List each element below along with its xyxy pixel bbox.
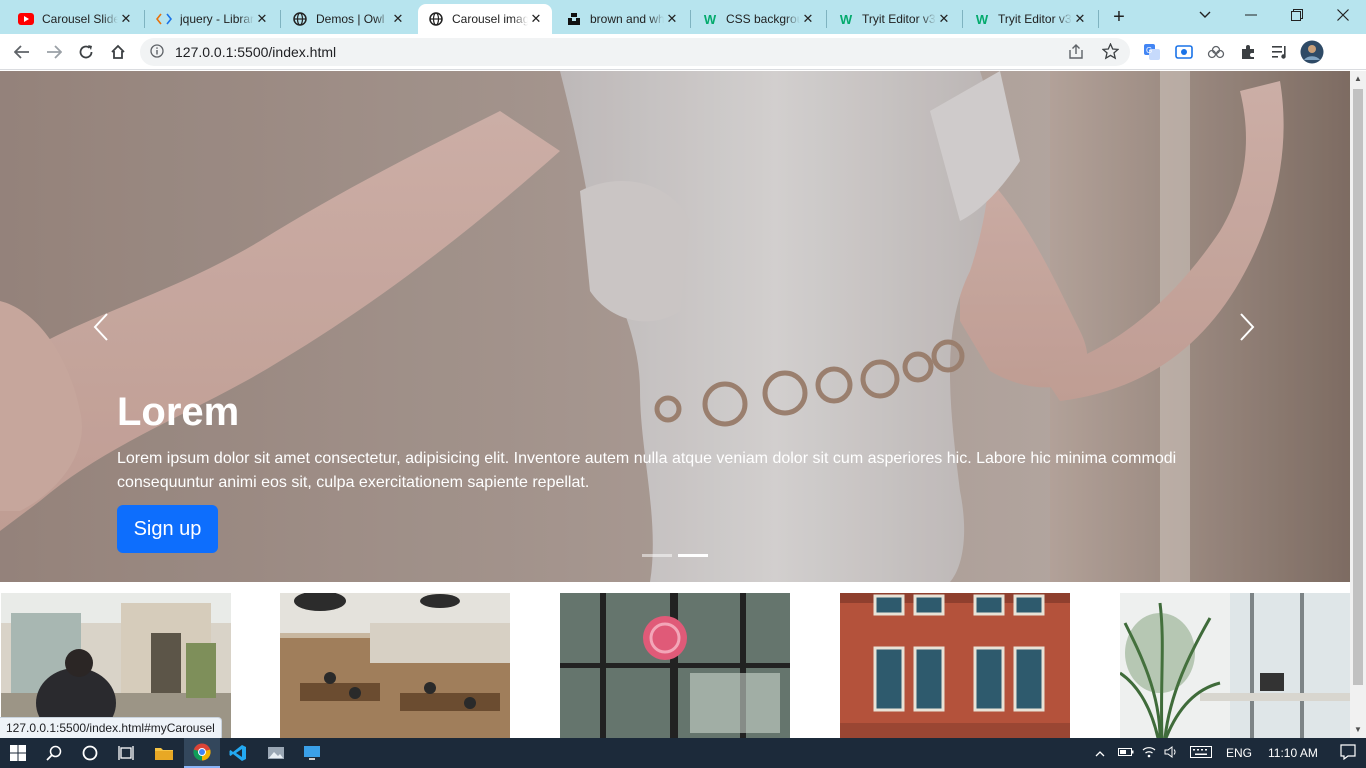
globe-icon	[292, 11, 308, 27]
extensions-puzzle-icon[interactable]	[1234, 38, 1262, 66]
translate-extension-icon[interactable]: G	[1138, 38, 1166, 66]
office-plants-photo[interactable]	[1120, 593, 1350, 738]
bookmark-star-icon[interactable]	[1101, 42, 1120, 65]
site-info-icon[interactable]	[150, 44, 164, 63]
close-tab-icon[interactable]: ✕	[118, 11, 134, 27]
tab-tryit-editor-1[interactable]: W Tryit Editor v3 ✕	[828, 4, 960, 34]
page-scrollbar[interactable]: ▲ ▼	[1350, 71, 1366, 738]
link-status-bubble: 127.0.0.1:5500/index.html#myCarousel	[0, 717, 222, 738]
tab-title: Carousel Slider	[42, 12, 118, 26]
cortana-icon[interactable]	[72, 738, 108, 768]
tray-chevron-up-icon[interactable]	[1092, 746, 1108, 760]
reload-icon[interactable]	[72, 38, 100, 66]
close-tab-icon[interactable]: ✕	[800, 11, 816, 27]
url-text: 127.0.0.1:5500/index.html	[175, 44, 337, 60]
task-view-icon[interactable]	[108, 738, 144, 768]
carousel-heading: Lorem	[117, 390, 240, 434]
search-icon[interactable]	[36, 738, 72, 768]
scroll-down-icon[interactable]: ▼	[1350, 722, 1366, 738]
keyboard-icon[interactable]	[1186, 745, 1216, 761]
file-explorer-icon[interactable]	[146, 738, 182, 768]
screen-capture-extension-icon[interactable]	[1170, 38, 1198, 66]
tab-jquery-library[interactable]: jquery - Library ✕	[146, 4, 278, 34]
tab-carousel-slider[interactable]: Carousel Slider ✕	[8, 4, 142, 34]
tab-strip: Carousel Slider ✕ jquery - Library ✕ Dem…	[0, 0, 1366, 34]
close-tab-icon[interactable]: ✕	[254, 11, 270, 27]
tab-brown-and-white[interactable]: brown and white ✕	[556, 4, 688, 34]
volume-icon[interactable]	[1160, 745, 1182, 761]
tab-title: jquery - Library	[180, 12, 254, 26]
carousel-prev-icon[interactable]	[81, 307, 121, 347]
close-tab-icon[interactable]: ✕	[1072, 11, 1088, 27]
minimize-icon[interactable]	[1228, 0, 1274, 30]
new-tab-icon[interactable]: +	[1108, 6, 1130, 28]
tab-css-background[interactable]: W CSS background ✕	[692, 4, 824, 34]
windows-start-icon[interactable]	[0, 738, 36, 768]
w3schools-icon: W	[975, 11, 989, 27]
code-icon	[156, 11, 172, 27]
tab-search-chevron-icon[interactable]	[1182, 0, 1228, 30]
scrollbar-thumb[interactable]	[1353, 89, 1363, 685]
close-window-icon[interactable]	[1320, 0, 1366, 30]
close-tab-icon[interactable]: ✕	[664, 11, 680, 27]
cloud-extension-icon[interactable]	[1202, 38, 1230, 66]
hero-carousel: Lorem Lorem ipsum dolor sit amet consect…	[0, 71, 1350, 582]
home-icon[interactable]	[104, 38, 132, 66]
svg-text:G: G	[1146, 46, 1152, 55]
unsplash-icon	[566, 11, 582, 27]
globe-icon	[428, 11, 444, 27]
close-tab-icon[interactable]: ✕	[390, 11, 406, 27]
profile-avatar[interactable]	[1298, 38, 1326, 66]
sign-up-button[interactable]: Sign up	[117, 505, 218, 553]
vscode-icon[interactable]	[220, 738, 256, 768]
notifications-icon[interactable]	[1340, 743, 1356, 763]
media-queue-icon[interactable]	[1266, 38, 1294, 66]
carousel-next-icon[interactable]	[1227, 307, 1267, 347]
carousel-indicator-1[interactable]	[642, 554, 672, 557]
tab-title: Tryit Editor v3	[862, 12, 936, 26]
share-icon[interactable]	[1068, 44, 1084, 65]
tab-carousel-image[interactable]: Carousel image ✕	[418, 4, 552, 34]
restore-icon[interactable]	[1274, 0, 1320, 30]
window-sign-photo[interactable]	[560, 593, 790, 738]
remote-desktop-icon[interactable]	[294, 738, 330, 768]
language-indicator[interactable]: ENG	[1226, 746, 1252, 760]
close-tab-icon[interactable]: ✕	[936, 11, 952, 27]
brick-building-photo[interactable]	[840, 593, 1070, 738]
windows-taskbar: ENG 11:10 AM	[0, 738, 1366, 768]
tab-title: CSS background	[726, 12, 800, 26]
coworking-space-photo[interactable]	[280, 593, 510, 738]
forward-icon[interactable]	[40, 38, 68, 66]
tab-title: Tryit Editor v3	[998, 12, 1072, 26]
tab-tryit-editor-2[interactable]: W Tryit Editor v3 ✕	[964, 4, 1096, 34]
close-tab-icon[interactable]: ✕	[528, 11, 544, 27]
wifi-icon[interactable]	[1138, 746, 1160, 761]
w3schools-icon: W	[839, 11, 853, 27]
scroll-up-icon[interactable]: ▲	[1350, 71, 1366, 87]
tab-title: brown and white	[590, 12, 664, 26]
chrome-taskbar-icon[interactable]	[184, 738, 220, 768]
address-bar[interactable]: 127.0.0.1:5500/index.html	[140, 38, 1130, 66]
tab-title: Demos | Owl	[316, 12, 385, 26]
carousel-caption: Lorem Lorem ipsum dolor sit amet consect…	[117, 389, 1197, 495]
back-icon[interactable]	[8, 38, 36, 66]
tab-title: Carousel image	[452, 12, 528, 26]
clock-time[interactable]: 11:10 AM	[1268, 746, 1318, 760]
w3schools-icon: W	[703, 11, 717, 27]
carousel-text: Lorem ipsum dolor sit amet consectetur, …	[117, 450, 1177, 491]
youtube-icon	[18, 11, 34, 27]
browser-toolbar: 127.0.0.1:5500/index.html G	[0, 34, 1366, 70]
tab-demos-owl[interactable]: Demos | Owl ✕	[282, 4, 414, 34]
carousel-indicator-2[interactable]	[678, 554, 708, 557]
photos-app-icon[interactable]	[258, 738, 294, 768]
page-viewport: Lorem Lorem ipsum dolor sit amet consect…	[0, 71, 1350, 738]
battery-icon[interactable]	[1114, 746, 1138, 760]
